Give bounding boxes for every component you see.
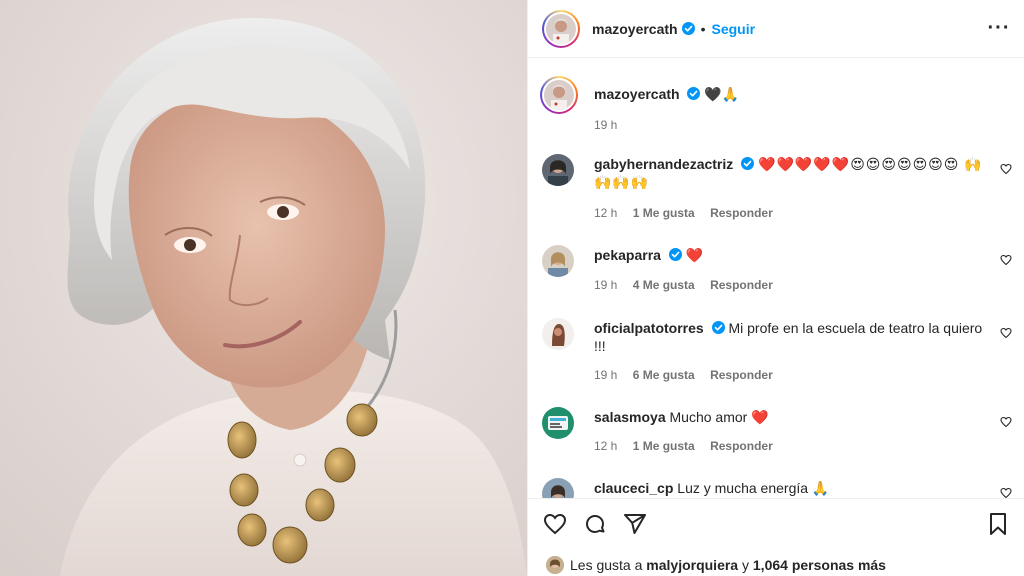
caption-avatar[interactable] — [540, 76, 578, 114]
liker-avatar[interactable] — [546, 556, 564, 574]
caption-username[interactable]: mazoyercath — [594, 86, 680, 102]
like-comment-heart-icon[interactable] — [1000, 416, 1012, 428]
likes-count[interactable]: 1,064 personas más — [753, 557, 886, 573]
post-side-panel: mazoyercath • Seguir ··· mazoyercath � — [527, 0, 1024, 576]
author-avatar[interactable] — [542, 9, 580, 48]
like-heart-icon[interactable] — [542, 511, 568, 537]
comment-bubble-icon[interactable] — [582, 511, 608, 537]
share-paper-plane-icon[interactable] — [622, 511, 648, 537]
comment-username[interactable]: salasmoya — [594, 409, 666, 425]
like-comment-heart-icon[interactable] — [1000, 254, 1012, 266]
post-actions-bar — [528, 498, 1024, 548]
instagram-post: mazoyercath • Seguir ··· mazoyercath � — [0, 0, 1024, 576]
comment-likes[interactable]: 4 Me gusta — [633, 278, 695, 292]
save-bookmark-icon[interactable] — [985, 511, 1011, 537]
like-comment-heart-icon[interactable] — [1000, 163, 1012, 175]
likes-summary: Les gusta a malyjorquiera y 1,064 person… — [546, 556, 886, 574]
like-comment-heart-icon[interactable] — [1000, 327, 1012, 339]
comment-likes[interactable]: 6 Me gusta — [633, 368, 695, 382]
reply-button[interactable]: Responder — [710, 368, 773, 382]
comment-username[interactable]: gabyhernandezactriz — [594, 156, 733, 172]
comment-username[interactable]: pekaparra — [594, 247, 661, 263]
comment-time[interactable]: 19 h — [594, 278, 617, 292]
verified-badge-icon — [681, 22, 695, 35]
verified-badge-icon — [711, 321, 725, 334]
comment-text: Mucho amor ❤️ — [669, 409, 769, 425]
author-username[interactable]: mazoyercath — [592, 21, 678, 37]
reply-button[interactable]: Responder — [710, 439, 773, 453]
verified-badge-icon — [741, 157, 755, 170]
more-options-icon[interactable]: ··· — [988, 16, 1010, 40]
comments-list: mazoyercath 🖤🙏 19 h gabyhernandezactriz … — [528, 58, 1024, 498]
comment-avatar[interactable] — [542, 478, 574, 498]
comment-time[interactable]: 12 h — [594, 206, 617, 220]
follow-button[interactable]: Seguir — [712, 21, 756, 37]
liker-username[interactable]: malyjorquiera — [646, 557, 738, 573]
comment-username[interactable]: oficialpatotorres — [594, 320, 704, 336]
verified-badge-icon — [668, 248, 682, 261]
caption-text: 🖤🙏 — [704, 86, 740, 102]
comment-text: Luz y mucha energía 🙏 — [677, 480, 830, 496]
comment-likes[interactable]: 1 Me gusta — [633, 206, 695, 220]
comment-likes[interactable]: 1 Me gusta — [633, 439, 695, 453]
portrait-image — [0, 0, 527, 576]
verified-badge-icon — [687, 87, 701, 100]
likes-prefix: Les gusta a — [570, 557, 643, 573]
comment-avatar[interactable] — [542, 407, 574, 439]
comment-avatar[interactable] — [542, 245, 574, 277]
likes-conjunction: y — [742, 557, 749, 573]
comment-avatar[interactable] — [542, 318, 574, 350]
caption-time[interactable]: 19 h — [594, 118, 617, 132]
header-separator: • — [700, 20, 706, 37]
comment-time[interactable]: 19 h — [594, 368, 617, 382]
avatar-photo — [546, 13, 576, 44]
comment-avatar[interactable] — [542, 154, 574, 186]
post-header: mazoyercath • Seguir ··· — [528, 0, 1024, 58]
comment-time[interactable]: 12 h — [594, 439, 617, 453]
comment-username[interactable]: clauceci_cp — [594, 480, 673, 496]
reply-button[interactable]: Responder — [710, 206, 773, 220]
comment-text: ❤️ — [685, 247, 704, 263]
like-comment-heart-icon[interactable] — [1000, 487, 1012, 498]
reply-button[interactable]: Responder — [710, 278, 773, 292]
post-photo — [0, 0, 527, 576]
